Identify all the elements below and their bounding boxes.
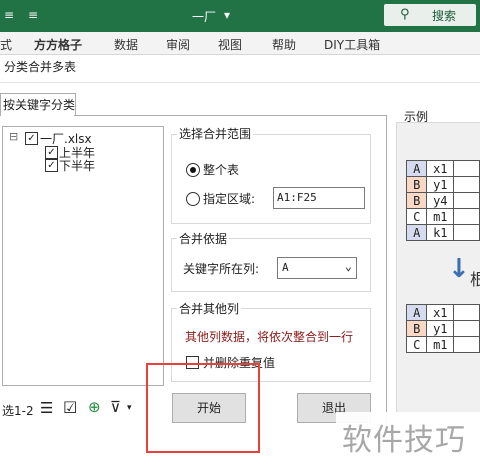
table-row: Ax1 bbox=[405, 304, 480, 321]
divider bbox=[0, 82, 480, 83]
tab-view[interactable]: 视图 bbox=[218, 36, 242, 53]
table-row: Ax1 bbox=[405, 160, 480, 177]
whole-sheet-label[interactable]: 整个表 bbox=[203, 161, 239, 178]
merge-note: 其他列数据，将依次整合到一行 bbox=[185, 330, 354, 344]
table-cell bbox=[453, 192, 480, 209]
autosave-icon[interactable]: ≡ bbox=[4, 8, 14, 22]
table-cell bbox=[453, 320, 480, 337]
table-cell: A bbox=[405, 160, 428, 177]
collapse-icon[interactable]: ⊟ bbox=[9, 130, 18, 143]
table-row: By4 bbox=[405, 192, 480, 209]
table-cell: x1 bbox=[426, 160, 455, 177]
check-all-icon[interactable]: ☑ bbox=[63, 398, 77, 417]
tab-diy-toolbox[interactable]: DIY工具箱 bbox=[324, 36, 380, 53]
example-table-before: Ax1 By1 By4 Cm1 Ak1 bbox=[405, 160, 480, 241]
filter-icon[interactable]: ⊽ bbox=[110, 398, 121, 416]
table-cell: A bbox=[405, 224, 428, 241]
whole-sheet-radio[interactable] bbox=[186, 163, 200, 177]
table-cell: k1 bbox=[426, 224, 455, 241]
search-label: 搜索 bbox=[432, 9, 457, 23]
other-columns-title: 合并其他列 bbox=[177, 300, 242, 317]
tab-data[interactable]: 数据 bbox=[114, 36, 138, 53]
arrow-down-icon: ↓ bbox=[448, 254, 470, 284]
example-side-text: 根 bbox=[470, 270, 480, 289]
sheet-tree[interactable]: ⊟ ✓ 一厂.xlsx ✓ 上半年 ✓ 下半年 bbox=[2, 126, 164, 386]
dialog-title: 分类合并多表 bbox=[4, 60, 77, 74]
search-icon: ⚲ bbox=[400, 7, 410, 22]
table-cell: B bbox=[405, 320, 428, 337]
title-bar: ≡ ≡ 一厂 ▾ ⚲ 搜索 bbox=[0, 0, 480, 32]
tab-help[interactable]: 帮助 bbox=[272, 36, 296, 53]
chevron-down-icon[interactable]: ⌄ bbox=[345, 259, 352, 273]
table-cell bbox=[453, 160, 480, 177]
tree-child-checkbox[interactable]: ✓ bbox=[45, 146, 58, 159]
table-cell: x1 bbox=[426, 304, 455, 321]
key-column-label: 关键字所在列: bbox=[183, 262, 260, 276]
range-input[interactable]: A1:F25 bbox=[273, 187, 365, 209]
table-cell bbox=[453, 176, 480, 193]
watermark: 软件技巧 bbox=[336, 412, 480, 476]
range-group bbox=[171, 134, 371, 224]
range-group-title: 选择合并范围 bbox=[177, 125, 254, 142]
key-column-select[interactable]: A ⌄ bbox=[277, 257, 357, 279]
add-icon[interactable]: ⊕ bbox=[88, 398, 101, 416]
tab-review[interactable]: 审阅 bbox=[166, 36, 190, 53]
tab-fangfang[interactable]: 方方格子 bbox=[34, 36, 82, 53]
table-cell: B bbox=[405, 192, 428, 209]
highlight-box bbox=[146, 363, 260, 453]
tree-root-checkbox[interactable]: ✓ bbox=[25, 132, 38, 145]
table-cell: m1 bbox=[426, 208, 455, 225]
table-row: Ak1 bbox=[405, 224, 480, 241]
tab-format[interactable]: 式 bbox=[0, 36, 12, 53]
table-cell: y1 bbox=[426, 320, 455, 337]
tab-keyword-classify[interactable]: 按关键字分类 bbox=[0, 93, 76, 116]
table-cell: A bbox=[405, 304, 428, 321]
tree-child-label[interactable]: 下半年 bbox=[59, 157, 95, 174]
basis-group-title: 合并依据 bbox=[177, 230, 230, 247]
tree-child-checkbox[interactable]: ✓ bbox=[45, 159, 58, 172]
table-cell: C bbox=[405, 336, 428, 353]
example-table-after: Ax1 By1 Cm1 bbox=[405, 304, 480, 353]
table-cell bbox=[453, 336, 480, 353]
specify-range-radio[interactable] bbox=[186, 192, 200, 206]
table-row: Cm1 bbox=[405, 336, 480, 353]
specify-range-label[interactable]: 指定区域: bbox=[203, 190, 255, 207]
table-row: Cm1 bbox=[405, 208, 480, 225]
key-column-value: A bbox=[282, 261, 289, 274]
list-icon[interactable]: ☰ bbox=[40, 399, 53, 417]
chevron-down-icon[interactable]: ▾ bbox=[127, 403, 132, 413]
table-cell: y1 bbox=[426, 176, 455, 193]
selection-count: 选1-2 bbox=[2, 404, 34, 418]
table-cell: m1 bbox=[426, 336, 455, 353]
table-cell: y4 bbox=[426, 192, 455, 209]
search-box[interactable]: ⚲ 搜索 bbox=[384, 4, 476, 26]
ribbon-tabs: 式 方方格子 数据 审阅 视图 帮助 DIY工具箱 bbox=[0, 32, 480, 55]
table-row: By1 bbox=[405, 320, 480, 337]
table-cell: C bbox=[405, 208, 428, 225]
table-cell: B bbox=[405, 176, 428, 193]
chevron-down-icon[interactable]: ▾ bbox=[224, 8, 230, 22]
table-cell bbox=[453, 304, 480, 321]
document-title: 一厂 bbox=[192, 10, 217, 24]
quick-access-icon[interactable]: ≡ bbox=[28, 8, 38, 22]
table-cell bbox=[453, 208, 480, 225]
table-row: By1 bbox=[405, 176, 480, 193]
table-cell bbox=[453, 224, 480, 241]
